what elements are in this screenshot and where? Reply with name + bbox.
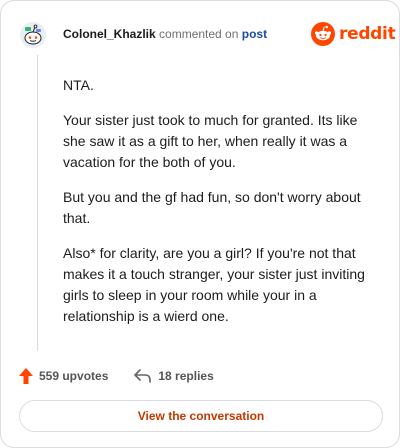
comment-actions: 559 upvotes 18 replies — [19, 367, 214, 385]
snoo-avatar-icon[interactable] — [19, 21, 47, 49]
comment-paragraph: Also* for clarity, are you a girl? If yo… — [63, 245, 365, 324]
comment-paragraph: Your sister just took to much for grante… — [63, 112, 358, 170]
comment-body: NTA. Your sister just took to much for g… — [63, 75, 381, 341]
upvote-arrow-icon — [19, 368, 33, 384]
comment-card: Colonel_Khazlik commented on post reddit… — [0, 0, 400, 448]
reddit-snoo-icon — [311, 22, 335, 46]
thread-line — [37, 55, 38, 351]
post-link[interactable]: post — [242, 27, 267, 41]
username[interactable]: Colonel_Khazlik — [63, 27, 156, 41]
upvote-button[interactable]: 559 upvotes — [19, 368, 108, 384]
replies-button[interactable]: 18 replies — [134, 369, 214, 383]
comment-header: Colonel_Khazlik commented on post — [63, 26, 267, 42]
replies-count: 18 replies — [158, 369, 214, 383]
upvote-count: 559 upvotes — [39, 369, 109, 383]
reddit-logo[interactable]: reddit — [311, 21, 396, 47]
action-text: commented on — [159, 27, 239, 41]
reply-arrow-icon — [134, 369, 152, 383]
brand-name: reddit — [339, 24, 396, 44]
comment-paragraph: But you and the gf had fun, so don't wor… — [63, 189, 361, 226]
comment-paragraph: NTA. — [63, 77, 94, 93]
view-conversation-button[interactable]: View the conversation — [19, 400, 383, 432]
